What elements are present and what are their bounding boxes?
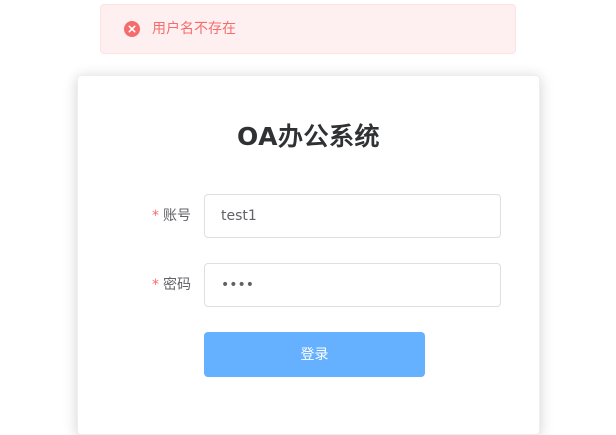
page-title: OA办公系统 [237, 122, 380, 151]
account-label: * 账号 [78, 194, 191, 238]
account-label-text: 账号 [163, 208, 191, 224]
required-mark: * [152, 208, 159, 224]
password-label-text: 密码 [163, 277, 191, 293]
password-form-item: * 密码 [78, 263, 539, 307]
error-message-text: 用户名不存在 [152, 21, 236, 37]
account-form-item: * 账号 [78, 194, 539, 238]
error-message-toast: 用户名不存在 [100, 4, 516, 54]
login-button[interactable]: 登录 [204, 332, 425, 377]
account-input[interactable] [204, 194, 501, 238]
password-input[interactable] [204, 263, 501, 307]
login-card: OA办公系统 *账号 *密码 登录 [77, 75, 540, 435]
password-label: * 密码 [78, 263, 191, 307]
required-mark: * [152, 277, 159, 293]
error-circle-icon [124, 21, 140, 37]
